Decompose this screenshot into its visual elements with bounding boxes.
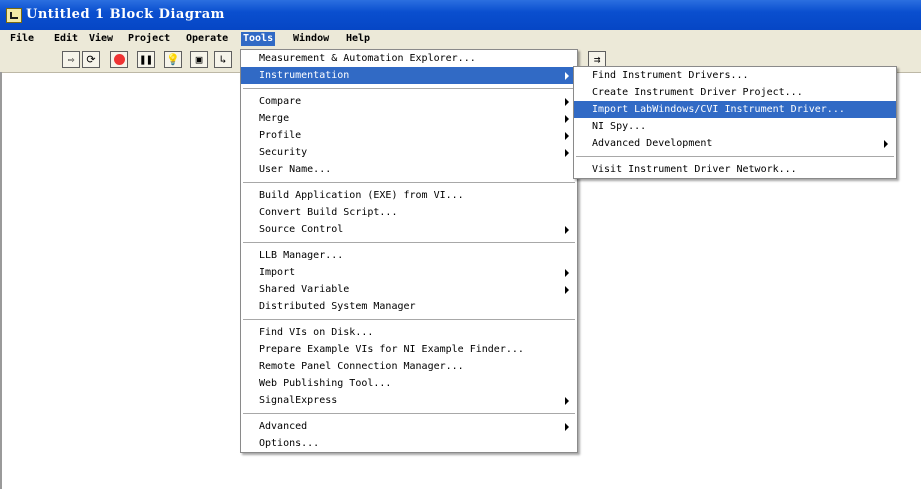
pause-icon[interactable]: ❚❚ [137, 51, 155, 68]
signalexpress-item[interactable]: SignalExpress [241, 392, 577, 409]
step-into-icon[interactable]: ↳ [214, 51, 232, 68]
llb-manager-item[interactable]: LLB Manager... [241, 247, 577, 264]
advanced-item[interactable]: Advanced [241, 418, 577, 435]
compare-item[interactable]: Compare [241, 93, 577, 110]
ni-spy-item[interactable]: NI Spy... [574, 118, 896, 135]
web-publishing-tool-item[interactable]: Web Publishing Tool... [241, 375, 577, 392]
source-control-item[interactable]: Source Control [241, 221, 577, 238]
menu-window[interactable]: Window [291, 32, 331, 46]
menu-bar: File Edit View Project Operate Tools Win… [0, 30, 921, 49]
diagram-left-edge [0, 72, 2, 489]
import-labwindows-cvi-driver-item[interactable]: Import LabWindows/CVI Instrument Driver.… [574, 101, 896, 118]
menu-file[interactable]: File [8, 32, 36, 46]
find-vis-on-disk-item[interactable]: Find VIs on Disk... [241, 324, 577, 341]
advanced-development-item[interactable]: Advanced Development [574, 135, 896, 152]
menu-separator [243, 182, 575, 183]
submenu-arrow-icon [565, 72, 569, 80]
visit-instrument-driver-network-item[interactable]: Visit Instrument Driver Network... [574, 161, 896, 178]
submenu-arrow-icon [565, 397, 569, 405]
menu-separator [576, 156, 894, 157]
abort-icon[interactable] [110, 51, 128, 68]
find-instrument-drivers-item[interactable]: Find Instrument Drivers... [574, 67, 896, 84]
user-name-item[interactable]: User Name... [241, 161, 577, 178]
tools-menu: Measurement & Automation Explorer... Ins… [240, 49, 578, 453]
menu-separator [243, 319, 575, 320]
shared-variable-item[interactable]: Shared Variable [241, 281, 577, 298]
menu-help[interactable]: Help [344, 32, 372, 46]
submenu-arrow-icon [565, 149, 569, 157]
import-item[interactable]: Import [241, 264, 577, 281]
merge-item[interactable]: Merge [241, 110, 577, 127]
profile-item[interactable]: Profile [241, 127, 577, 144]
submenu-arrow-icon [565, 286, 569, 294]
instrumentation-item[interactable]: Instrumentation [241, 67, 577, 84]
build-application-item[interactable]: Build Application (EXE) from VI... [241, 187, 577, 204]
submenu-arrow-icon [565, 226, 569, 234]
distributed-system-manager-item[interactable]: Distributed System Manager [241, 298, 577, 315]
instrumentation-submenu: Find Instrument Drivers... Create Instru… [573, 66, 897, 179]
submenu-arrow-icon [565, 98, 569, 106]
retain-wire-values-icon[interactable]: ▣ [190, 51, 208, 68]
run-arrow-icon[interactable]: ⇨ [62, 51, 80, 68]
menu-operate[interactable]: Operate [184, 32, 230, 46]
menu-separator [243, 413, 575, 414]
measurement-automation-explorer-item[interactable]: Measurement & Automation Explorer... [241, 50, 577, 67]
security-item[interactable]: Security [241, 144, 577, 161]
window-title: Untitled 1 Block Diagram [26, 7, 225, 22]
prepare-example-vis-item[interactable]: Prepare Example VIs for NI Example Finde… [241, 341, 577, 358]
submenu-arrow-icon [565, 269, 569, 277]
submenu-arrow-icon [884, 140, 888, 148]
submenu-arrow-icon [565, 423, 569, 431]
highlight-execution-icon[interactable]: 💡 [164, 51, 182, 68]
title-bar: Untitled 1 Block Diagram [0, 0, 921, 30]
menu-separator [243, 88, 575, 89]
menu-project[interactable]: Project [126, 32, 172, 46]
submenu-arrow-icon [565, 132, 569, 140]
menu-separator [243, 242, 575, 243]
run-continuously-icon[interactable]: ⟳ [82, 51, 100, 68]
options-item[interactable]: Options... [241, 435, 577, 452]
submenu-arrow-icon [565, 115, 569, 123]
menu-tools[interactable]: Tools [241, 32, 276, 46]
create-instrument-driver-project-item[interactable]: Create Instrument Driver Project... [574, 84, 896, 101]
remote-panel-connection-manager-item[interactable]: Remote Panel Connection Manager... [241, 358, 577, 375]
convert-build-script-item[interactable]: Convert Build Script... [241, 204, 577, 221]
labview-app-icon [6, 8, 22, 23]
menu-edit[interactable]: Edit [52, 32, 80, 46]
menu-view[interactable]: View [87, 32, 115, 46]
